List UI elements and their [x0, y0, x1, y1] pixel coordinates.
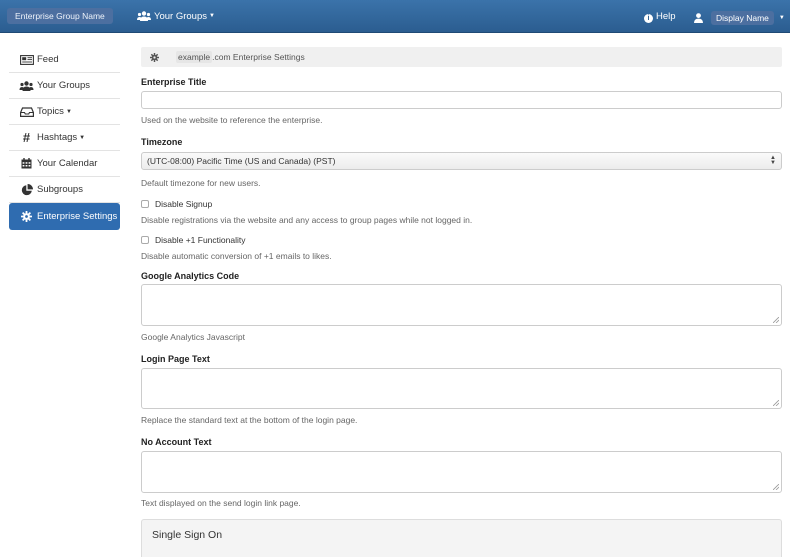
display-name-label: Display Name	[711, 11, 774, 25]
sidebar-item-hashtags[interactable]: # Hashtags ▼	[9, 125, 120, 151]
sidebar-item-feed[interactable]: Feed	[9, 47, 120, 73]
gear-icon	[19, 211, 34, 222]
select-arrows-icon: ▲ ▼	[770, 155, 776, 166]
enterprise-title-label: Enterprise Title	[141, 77, 207, 87]
top-navbar: Enterprise Group Name Your Groups ▼ i Help…	[0, 0, 790, 33]
caret-down-icon: ▼	[65, 108, 72, 115]
sidebar-item-label: Hashtags	[37, 132, 78, 143]
help-link[interactable]: i Help	[644, 11, 676, 23]
sidebar-item-label: Feed	[37, 54, 59, 65]
help-label: Help	[656, 11, 676, 22]
disable-plus-one-help: Disable automatic conversion of +1 email…	[141, 251, 332, 261]
disable-signup-help: Disable registrations via the website an…	[141, 215, 473, 225]
disable-signup-label: Disable Signup	[155, 199, 213, 209]
breadcrumb-domain: example	[176, 51, 213, 63]
enterprise-settings-form: example .com Enterprise Settings	[141, 47, 782, 67]
breadcrumb-title: .com Enterprise Settings	[212, 52, 305, 62]
login-page-text-label: Login Page Text	[141, 354, 210, 364]
sidebar-item-label: Your Groups	[37, 80, 90, 91]
sidebar-item-your-calendar[interactable]: Your Calendar	[9, 151, 120, 177]
caret-down-icon: ▼	[79, 134, 86, 141]
caret-down-icon: ▼	[209, 13, 215, 19]
login-page-text-help: Replace the standard text at the bottom …	[141, 415, 358, 425]
google-analytics-help: Google Analytics Javascript	[141, 332, 245, 342]
login-page-text-textarea[interactable]	[141, 368, 782, 409]
resize-grip-icon[interactable]	[773, 400, 779, 406]
info-circle-icon: i	[644, 14, 653, 23]
disable-signup-checkbox[interactable]	[141, 200, 149, 208]
no-account-text-label: No Account Text	[141, 437, 212, 447]
timezone-selected-value: (UTC-08:00) Pacific Time (US and Canada)…	[147, 156, 336, 166]
single-sign-on-panel: Single Sign On	[141, 519, 782, 557]
hashtag-icon: #	[22, 130, 31, 145]
enterprise-brand-link[interactable]: Enterprise Group Name	[7, 8, 113, 24]
resize-grip-icon[interactable]	[773, 317, 779, 323]
disable-plus-one-label: Disable +1 Functionality	[155, 235, 246, 245]
calendar-icon	[19, 158, 34, 169]
resize-grip-icon[interactable]	[773, 484, 779, 490]
sidebar-item-label: Your Calendar	[37, 158, 98, 169]
breadcrumb: example .com Enterprise Settings	[141, 47, 782, 67]
enterprise-title-help: Used on the website to reference the ent…	[141, 115, 323, 125]
timezone-select[interactable]: (UTC-08:00) Pacific Time (US and Canada)…	[141, 152, 782, 170]
timezone-label: Timezone	[141, 137, 183, 147]
user-icon	[694, 13, 703, 25]
single-sign-on-heading: Single Sign On	[152, 529, 223, 541]
users-icon	[137, 11, 151, 24]
disable-plus-one-row: Disable +1 Functionality	[141, 235, 245, 245]
sidebar-item-enterprise-settings[interactable]: Enterprise Settings	[9, 203, 120, 230]
inbox-icon	[19, 106, 34, 117]
sidebar-item-label: Subgroups	[37, 184, 83, 195]
your-groups-dropdown[interactable]: Your Groups ▼	[137, 11, 215, 24]
no-account-text-help: Text displayed on the send login link pa…	[141, 498, 301, 508]
users-icon	[19, 80, 34, 91]
sidebar-item-label: Enterprise Settings	[37, 211, 118, 222]
no-account-text-textarea[interactable]	[141, 451, 782, 493]
sidebar-item-your-groups[interactable]: Your Groups	[9, 73, 120, 99]
pie-chart-icon	[19, 183, 34, 196]
sidebar-nav: Feed Your Groups Topics ▼ # Hashtags ▼ Your…	[9, 47, 120, 230]
sidebar-item-subgroups[interactable]: Subgroups	[9, 177, 120, 203]
disable-signup-row: Disable Signup	[141, 199, 212, 209]
enterprise-title-input[interactable]	[141, 91, 782, 109]
timezone-help: Default timezone for new users.	[141, 178, 261, 188]
newspaper-icon	[19, 54, 34, 65]
google-analytics-label: Google Analytics Code	[141, 271, 240, 281]
sidebar-item-label: Topics	[37, 106, 64, 117]
sidebar-item-topics[interactable]: Topics ▼	[9, 99, 120, 125]
your-groups-label: Your Groups	[154, 11, 207, 22]
gear-icon	[150, 52, 159, 62]
caret-down-icon: ▼	[778, 15, 785, 21]
user-dropdown[interactable]: Display Name ▼	[694, 11, 785, 25]
google-analytics-textarea[interactable]	[141, 284, 782, 326]
disable-plus-one-checkbox[interactable]	[141, 236, 149, 244]
